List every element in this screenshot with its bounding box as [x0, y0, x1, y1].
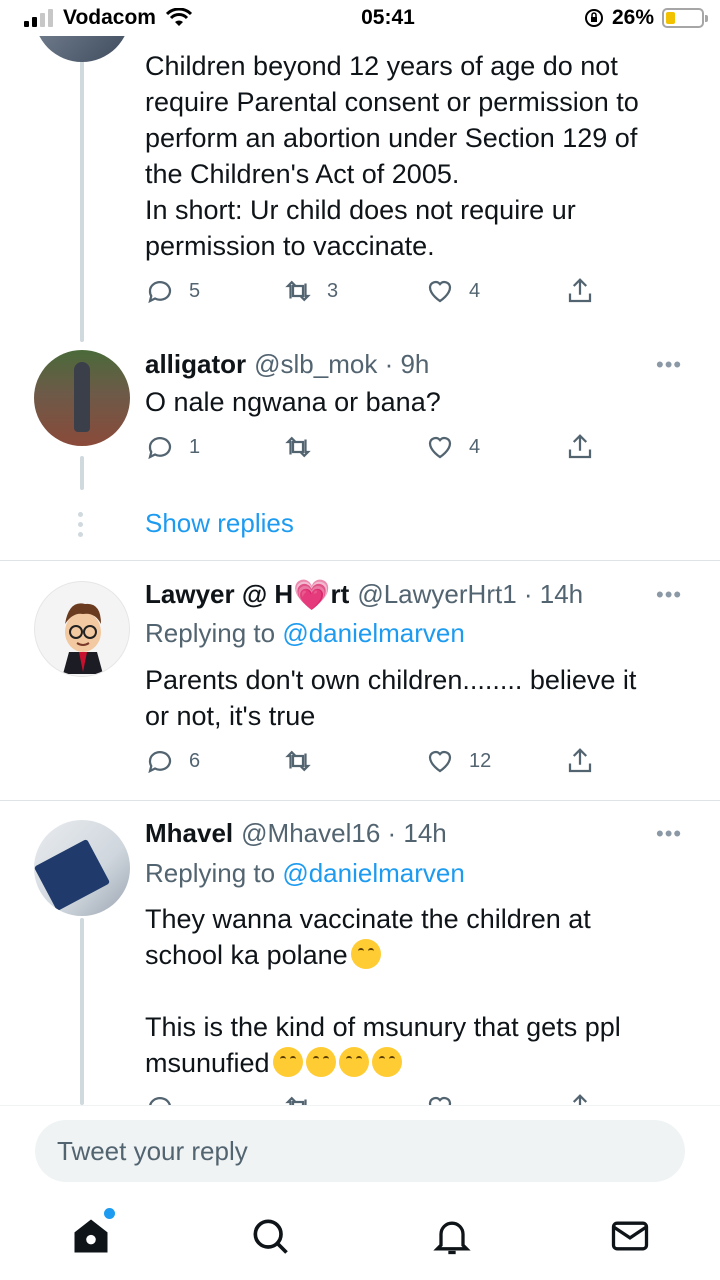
reply-composer: Tweet your reply: [0, 1105, 720, 1280]
reply-icon: [149, 1097, 171, 1105]
tab-messages[interactable]: [608, 1214, 652, 1258]
like-button[interactable]: 4: [425, 276, 480, 306]
tab-home[interactable]: [69, 1208, 115, 1258]
reply-button[interactable]: 6: [145, 746, 200, 776]
battery-icon: [662, 8, 708, 28]
clock: 05:41: [361, 6, 415, 29]
retweet-button[interactable]: [283, 1092, 313, 1105]
mention-link[interactable]: @danielmarven: [282, 858, 464, 888]
avatar[interactable]: [34, 820, 130, 916]
tweet-actions: 1 4: [145, 432, 605, 464]
share-button[interactable]: [565, 746, 595, 776]
carrier-label: Vodacom: [63, 6, 156, 29]
tweet-text: Parents don't own children........ belie…: [145, 665, 637, 731]
share-icon: [568, 278, 592, 303]
avatar[interactable]: [34, 350, 130, 446]
thread-line: [80, 918, 84, 1105]
status-bar: Vodacom 05:41 26%: [0, 0, 720, 36]
display-name[interactable]: alligator: [145, 348, 246, 380]
reply-button[interactable]: 5: [145, 276, 200, 306]
tab-search[interactable]: [248, 1214, 292, 1258]
like-button[interactable]: [425, 1092, 455, 1105]
heart-icon: [428, 436, 452, 459]
home-notification-dot: [104, 1208, 115, 1219]
mention-link[interactable]: @danielmarven: [282, 618, 464, 648]
wifi-icon: [165, 8, 192, 26]
retweet-icon: [285, 436, 311, 458]
reply-icon: [148, 437, 172, 460]
rofl-emoji-icon: [305, 1047, 336, 1077]
share-button[interactable]: [565, 432, 595, 462]
share-button[interactable]: [565, 1092, 595, 1105]
divider: [0, 800, 720, 801]
battery-percent: 26%: [611, 6, 654, 29]
reply-button[interactable]: [145, 1092, 175, 1105]
thread-ellipsis-icon: [78, 512, 83, 537]
heart-icon: [428, 750, 452, 773]
heart-icon: [428, 1096, 452, 1105]
retweet-button[interactable]: 3: [283, 276, 338, 306]
share-icon: [572, 1094, 588, 1105]
tweet-text: O nale ngwana or bana?: [145, 387, 441, 417]
handle: @Mhavel16 · 14h: [241, 818, 447, 848]
search-icon: [253, 1219, 288, 1254]
more-options-button[interactable]: •••: [656, 352, 682, 378]
retweet-icon: [285, 750, 311, 772]
retweet-button[interactable]: [283, 432, 327, 462]
reply-icon: [148, 751, 172, 774]
rofl-emoji-icon: [371, 1047, 402, 1077]
home-icon: [74, 1219, 108, 1253]
avatar[interactable]: [34, 581, 130, 677]
notifications-icon: [433, 1221, 471, 1255]
retweet-button[interactable]: [283, 746, 327, 776]
reply-icon: [148, 281, 172, 304]
rofl-emoji-icon: [272, 1047, 303, 1077]
signal-icon: [24, 9, 53, 27]
thinking-face-emoji-icon: [350, 939, 381, 969]
handle: @slb_mok · 9h: [254, 349, 430, 379]
tweet-text: Children beyond 12 years of age do not r…: [145, 51, 639, 261]
show-replies-link[interactable]: Show replies: [145, 508, 294, 539]
display-name[interactable]: Mhavel: [145, 817, 233, 849]
retweet-icon: [285, 280, 311, 302]
tweet-thread: Children beyond 12 years of age do not r…: [0, 0, 720, 1105]
replying-to: Replying to @danielmarven: [145, 858, 465, 888]
rofl-emoji-icon: [338, 1047, 369, 1077]
messages-icon: [611, 1221, 649, 1251]
thread-line: [80, 60, 84, 342]
handle: @LawyerHrt1 · 14h: [357, 579, 584, 609]
share-icon: [568, 748, 592, 773]
tweet-text: They wanna vaccinate the children at sch…: [145, 904, 621, 1078]
cartoon-lawyer-avatar: [63, 603, 103, 674]
share-button[interactable]: [565, 276, 595, 306]
tweet-actions: 6 12: [145, 746, 605, 778]
divider: [0, 560, 720, 561]
tweet-actions: [145, 1092, 605, 1105]
orientation-lock-icon: [584, 9, 603, 27]
heart-icon: [428, 280, 452, 303]
reply-button[interactable]: 1: [145, 432, 200, 462]
more-options-button[interactable]: •••: [656, 821, 682, 847]
tweet-header: Lawyer @ H💗rt @LawyerHrt1 · 14h: [145, 578, 584, 611]
replying-to: Replying to @danielmarven: [145, 618, 465, 648]
share-icon: [568, 434, 592, 459]
display-name[interactable]: Lawyer @ H💗rt: [145, 578, 349, 611]
bottom-tab-bar: [0, 1208, 720, 1274]
like-button[interactable]: 4: [425, 432, 480, 462]
tab-notifications[interactable]: [430, 1214, 474, 1258]
more-options-button[interactable]: •••: [656, 582, 682, 608]
tweet-header: alligator @slb_mok · 9h: [145, 348, 429, 380]
thread-line: [80, 456, 84, 490]
tweet-actions: 5 3 4: [145, 276, 605, 308]
tweet-header: Mhavel @Mhavel16 · 14h: [145, 817, 447, 849]
retweet-icon: [285, 1096, 307, 1105]
like-button[interactable]: 12: [425, 746, 491, 776]
tweet-reply-input[interactable]: Tweet your reply: [35, 1120, 685, 1182]
